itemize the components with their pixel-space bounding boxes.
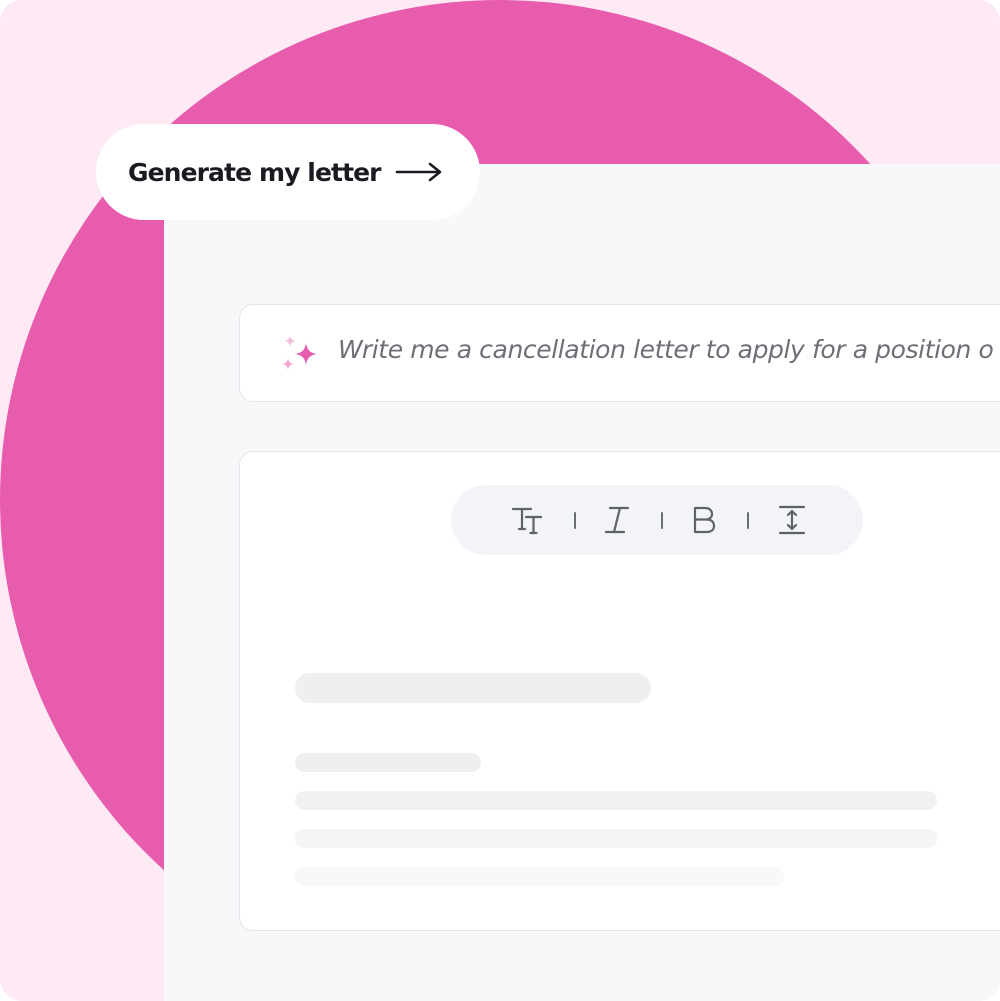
placeholder-text-line — [295, 829, 937, 848]
format-toolbar — [451, 485, 863, 555]
generate-letter-label: Generate my letter — [128, 157, 382, 187]
prompt-text: Write me a cancellation letter to apply … — [338, 335, 994, 364]
text-size-icon[interactable] — [509, 501, 547, 539]
generate-letter-button[interactable]: Generate my letter — [96, 124, 480, 220]
bold-icon[interactable] — [685, 501, 723, 539]
toolbar-separator — [574, 512, 576, 529]
toolbar-separator — [747, 512, 749, 529]
letter-editor — [239, 451, 1000, 931]
sparkle-icon — [276, 331, 322, 377]
arrow-right-icon — [395, 162, 443, 182]
placeholder-text-line — [295, 791, 937, 810]
hero-frame: Generate my letter Write me a cancellati… — [0, 0, 1000, 1001]
toolbar-separator — [661, 512, 663, 529]
placeholder-text-line — [295, 753, 481, 772]
italic-icon[interactable] — [598, 501, 636, 539]
prompt-input[interactable]: Write me a cancellation letter to apply … — [239, 304, 1000, 402]
line-height-icon[interactable] — [773, 501, 811, 539]
placeholder-heading-line — [295, 673, 651, 703]
placeholder-text-line — [295, 867, 784, 886]
